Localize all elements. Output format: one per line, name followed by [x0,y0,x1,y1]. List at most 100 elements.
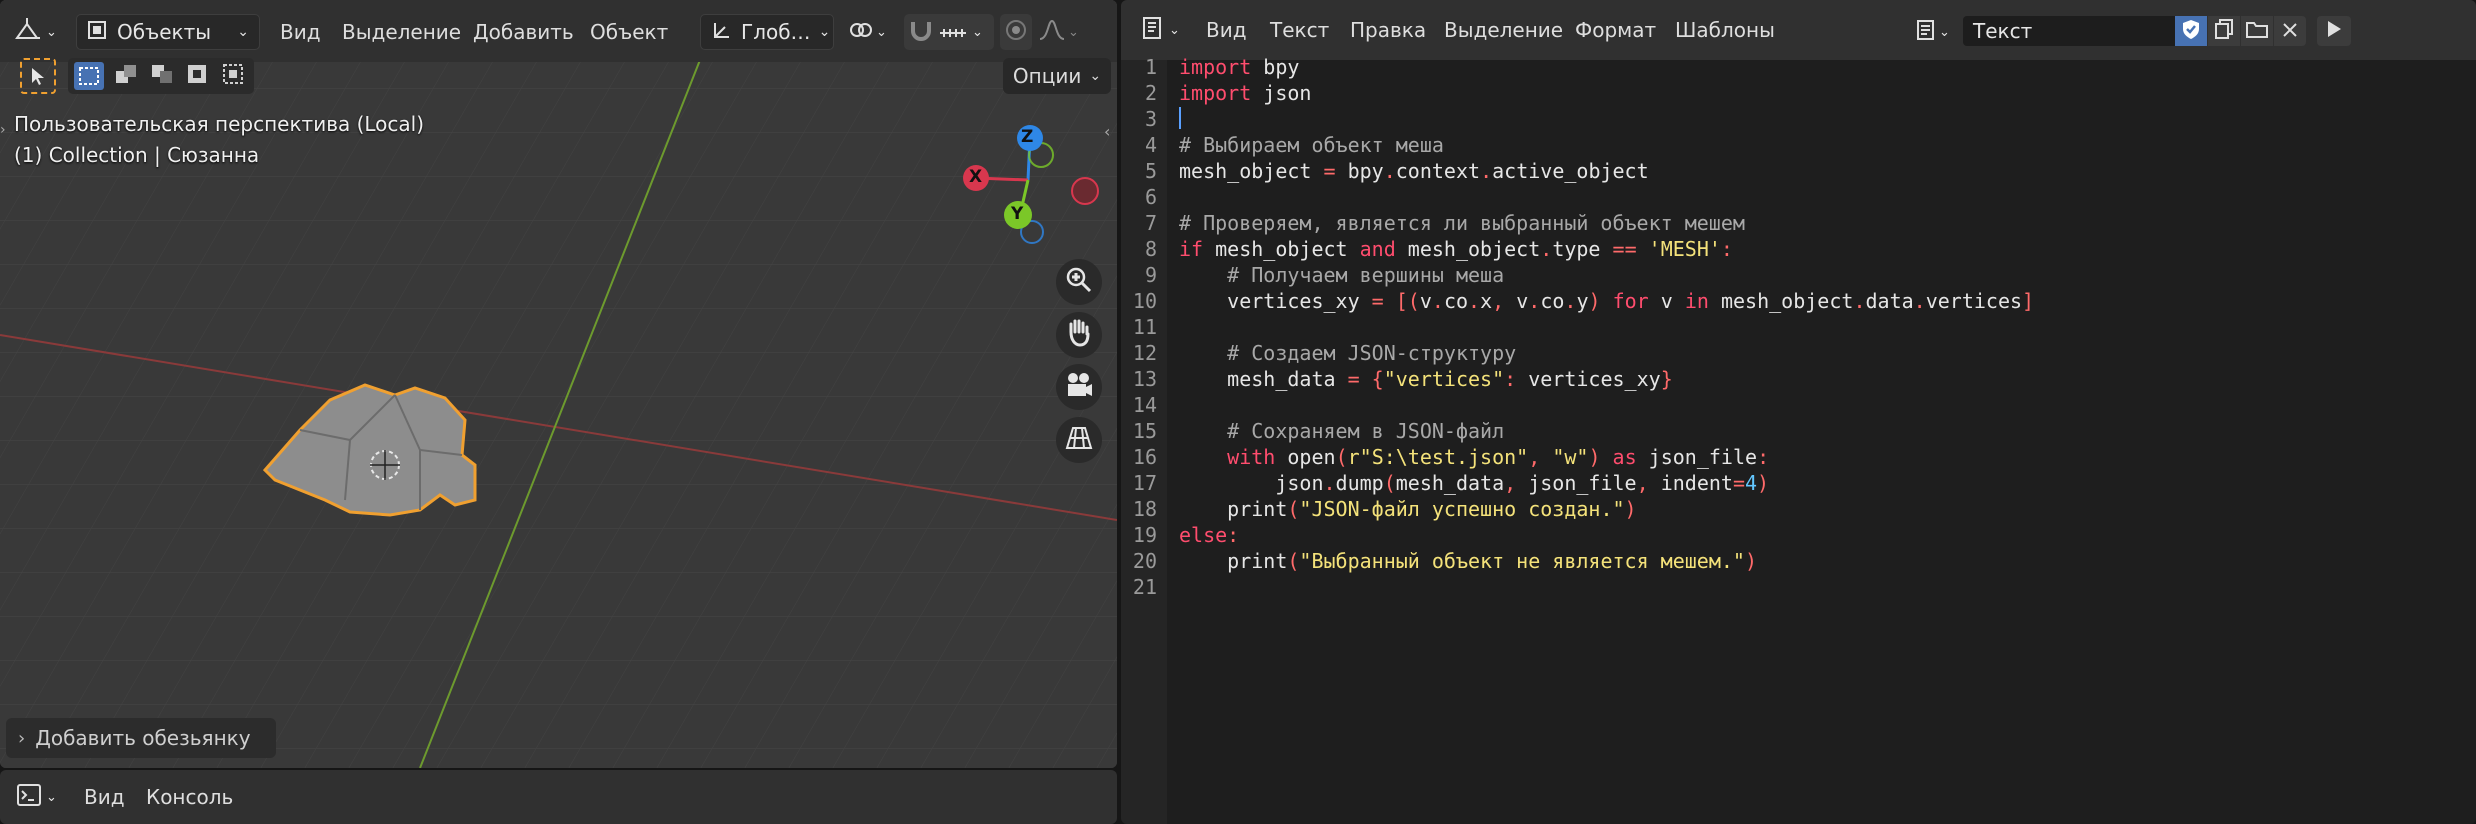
line-number: 21 [1132,575,1157,599]
code-line[interactable]: with open(r"S:\test.json", "w") as json_… [1179,445,1769,469]
code-line[interactable]: if mesh_object and mesh_object.type == '… [1179,237,1733,261]
chevron-down-icon: ⌄ [1169,22,1180,38]
editor-type-button[interactable]: ⌄ [16,779,57,815]
object-mode-icon [87,20,107,45]
menu-edit[interactable]: Правка [1350,12,1426,48]
code-line[interactable]: # Выбираем объект меша [1179,133,1444,157]
code-line[interactable]: json.dump(mesh_data, json_file, indent=4… [1179,471,1769,495]
chevron-down-icon: ⌄ [237,24,249,40]
view3d-icon [12,16,42,49]
line-number: 6 [1144,185,1157,209]
code-line[interactable]: mesh_data = {"vertices": vertices_xy} [1179,367,1673,391]
code-line[interactable]: print("Выбранный объект не является меше… [1179,549,1757,573]
select-subtract-icon[interactable] [150,63,176,89]
chevron-down-icon: ⌄ [1089,68,1102,84]
python-console[interactable]: ⌄ Вид Консоль [0,770,1117,824]
run-script-button[interactable] [2317,16,2351,46]
code-line[interactable]: import json [1179,81,1311,105]
text-browse-button[interactable]: ⌄ [1915,14,1950,50]
folder-icon [2245,19,2269,44]
options-dropdown[interactable]: Опции ⌄ [1003,58,1111,94]
line-number: 20 [1132,549,1157,573]
editor-type-button[interactable]: ⌄ [1141,12,1180,48]
line-number: 2 [1144,81,1157,105]
magnet-icon[interactable] [908,18,934,47]
orientation-label: Глоб… [741,20,811,44]
mode-dropdown[interactable]: Объекты ⌄ [76,14,260,50]
chevron-down-icon: ⌄ [972,24,983,40]
menu-add[interactable]: Добавить [473,14,574,50]
line-number: 16 [1132,445,1157,469]
line-number: 7 [1144,211,1157,235]
select-new-icon[interactable] [74,62,104,90]
editor-type-button[interactable]: ⌄ [12,14,64,50]
code-line[interactable]: # Получаем вершины меша [1179,263,1504,287]
menu-object[interactable]: Объект [590,14,668,50]
line-number: 3 [1144,107,1157,131]
code-line[interactable]: # Сохраняем в JSON-файл [1179,419,1504,443]
code-line[interactable]: # Создаем JSON-структуру [1179,341,1516,365]
options-label: Опции [1012,64,1082,88]
code-line[interactable]: # Проверяем, является ли выбранный объек… [1179,211,1745,235]
chevron-down-icon: ⌄ [46,24,57,40]
select-intersect-icon[interactable] [222,63,248,89]
sidebar-toggle-right-icon[interactable]: ‹ [1104,122,1110,141]
line-number: 4 [1144,133,1157,157]
pivot-point-button[interactable]: ⌄ [848,14,892,50]
line-number: 17 [1132,471,1157,495]
falloff-dropdown[interactable]: ⌄ [1038,14,1086,50]
chevron-down-icon: ⌄ [1068,24,1079,40]
menu-console[interactable]: Консоль [146,779,233,815]
menu-text[interactable]: Текст [1270,12,1329,48]
line-number: 10 [1132,289,1157,313]
line-number: 5 [1144,159,1157,183]
line-number: 11 [1132,315,1157,339]
snap-increment-icon[interactable] [938,19,968,46]
viewport-3d[interactable]: Z X Y ⌄ Объекты ⌄ Вид Выделение Добавить… [0,0,1117,768]
text-name-field[interactable]: Текст [1963,16,2175,46]
code-line[interactable]: else: [1179,523,1239,547]
menu-format[interactable]: Формат [1575,12,1656,48]
menu-select[interactable]: Выделение [342,14,461,50]
falloff-curve-icon [1038,19,1066,46]
mode-label: Объекты [117,20,212,44]
code-line[interactable]: mesh_object = bpy.context.active_object [1179,159,1649,183]
menu-view[interactable]: Вид [280,14,321,50]
select-invert-icon[interactable] [186,63,212,89]
collection-info: (1) Collection | Сюзанна [14,143,260,167]
text-cursor [1179,107,1181,129]
menu-view[interactable]: Вид [1206,12,1247,48]
unlink-text-button[interactable] [2274,16,2306,46]
line-number: 18 [1132,497,1157,521]
code-line[interactable]: vertices_xy = [(v.co.x, v.co.y) for v in… [1179,289,2034,313]
last-operator-panel[interactable]: › Добавить обезьянку [6,718,276,758]
orientation-dropdown[interactable]: Глоб… ⌄ [700,14,834,50]
pan-button[interactable] [1056,312,1102,358]
transform-orientation-icon [711,19,733,46]
sidebar-toggle-left-icon[interactable]: › [0,122,6,138]
orthographic-toggle-button[interactable] [1056,417,1102,463]
menu-view[interactable]: Вид [84,779,125,815]
zoom-icon [1064,265,1094,299]
fake-user-button[interactable] [2175,16,2207,46]
snapping-controls[interactable]: ⌄ [904,14,994,50]
code-line[interactable]: print("JSON-файл успешно создан.") [1179,497,1636,521]
proportional-editing-icon [1005,19,1027,46]
line-number: 14 [1132,393,1157,417]
open-text-button[interactable] [2241,16,2273,46]
line-number: 1 [1144,55,1157,79]
select-extend-icon[interactable] [114,63,140,89]
close-icon [2282,19,2298,43]
proportional-editing-toggle[interactable] [1000,14,1032,50]
text-editor-icon [1141,16,1165,45]
menu-templates[interactable]: Шаблоны [1675,12,1775,48]
text-editor[interactable]: ⌄ Вид Текст Правка Выделение Формат Шабл… [1121,0,2476,824]
line-number: 15 [1132,419,1157,443]
cursor-tool-icon[interactable] [20,58,56,94]
chevron-down-icon: ⌄ [876,24,887,40]
menu-select[interactable]: Выделение [1444,12,1563,48]
new-text-button[interactable] [2208,16,2240,46]
code-line[interactable]: import bpy [1179,55,1299,79]
zoom-button[interactable] [1056,259,1102,305]
camera-view-button[interactable] [1056,364,1102,410]
